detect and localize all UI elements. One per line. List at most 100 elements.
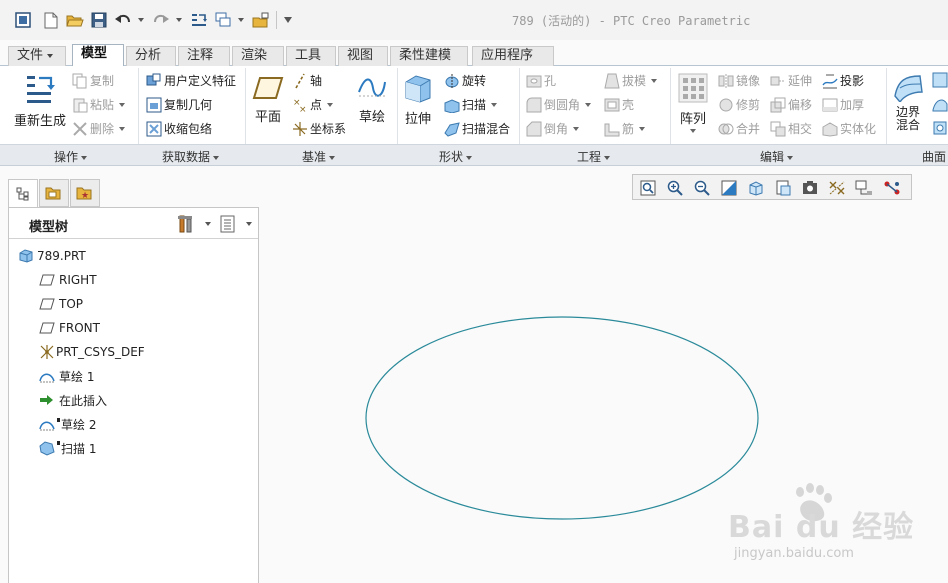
axis-button[interactable]: 轴	[292, 72, 322, 89]
svg-text:★: ★	[81, 191, 89, 201]
extend-icon	[770, 76, 785, 85]
chevron-down-icon	[651, 78, 658, 83]
undo-icon[interactable]	[114, 11, 132, 29]
tab-flexible-modeling[interactable]: 柔性建模	[390, 46, 468, 66]
annotation-display-icon[interactable]	[881, 177, 903, 199]
freestyle-button[interactable]	[932, 120, 948, 136]
merge-button[interactable]: 合并	[718, 120, 760, 137]
regenerate-button[interactable]: 重新生成	[12, 72, 68, 129]
tree-item-front[interactable]: FRONT	[39, 318, 100, 338]
intersect-button[interactable]: 相交	[770, 120, 812, 137]
refit-icon[interactable]	[637, 177, 659, 199]
windows-dropdown-icon[interactable]	[238, 18, 244, 22]
sweep-button[interactable]: 扫描	[444, 96, 498, 113]
user-defined-feature-button[interactable]: 用户定义特征	[146, 72, 236, 89]
tree-item-csys[interactable]: PRT_CSYS_DEF	[39, 342, 145, 362]
sketch-curve-ellipse[interactable]	[365, 316, 759, 520]
tab-applications[interactable]: 应用程序	[472, 46, 554, 66]
saved-orientations-icon[interactable]	[772, 177, 794, 199]
sketch-button[interactable]: 草绘	[354, 74, 390, 125]
offset-button[interactable]: 偏移	[770, 96, 812, 113]
group-engineering[interactable]: 工程	[577, 148, 611, 165]
tab-view[interactable]: 视图	[338, 46, 388, 66]
settings-icon[interactable]	[177, 214, 197, 237]
shrinkwrap-button[interactable]: 收缩包络	[146, 120, 212, 137]
toolbar-separator	[276, 11, 277, 29]
save-icon[interactable]	[90, 11, 108, 29]
windows-icon[interactable]	[214, 11, 232, 29]
point-button[interactable]: × × 点	[292, 96, 334, 113]
zoom-in-icon[interactable]	[664, 177, 686, 199]
copy-button[interactable]: 复制	[72, 72, 114, 89]
view-manager-icon[interactable]	[799, 177, 821, 199]
tree-item-right[interactable]: RIGHT	[39, 270, 97, 290]
delete-button[interactable]: 删除	[72, 120, 126, 137]
show-dropdown-icon[interactable]	[246, 222, 252, 226]
tab-analysis[interactable]: 分析	[126, 46, 176, 66]
group-operations[interactable]: 操作	[54, 148, 88, 165]
tree-item-sweep-1[interactable]: 扫描 1	[39, 438, 96, 458]
shell-button[interactable]: 壳	[604, 96, 634, 113]
display-style-icon[interactable]	[745, 177, 767, 199]
thicken-button[interactable]: 加厚	[822, 96, 864, 113]
project-button[interactable]: 投影	[822, 72, 864, 89]
open-icon[interactable]	[66, 11, 84, 29]
customize-icon[interactable]	[284, 17, 292, 23]
model-tree-header: 模型树	[9, 208, 258, 239]
datum-display-icon[interactable]	[826, 177, 848, 199]
tab-model-tree[interactable]	[8, 179, 38, 208]
group-surfaces[interactable]: 曲面	[922, 148, 946, 165]
undo-dropdown-icon[interactable]	[138, 18, 144, 22]
plane-button[interactable]: 平面	[250, 74, 286, 125]
thicken-icon	[822, 98, 838, 111]
tab-folder-browser[interactable]	[39, 179, 69, 207]
tree-item-sketch-1[interactable]: 草绘 1	[39, 366, 94, 386]
show-icon[interactable]	[219, 214, 237, 237]
extrude-button[interactable]: 拉伸	[400, 72, 436, 127]
coordinate-system-button[interactable]: 坐标系	[292, 120, 346, 137]
round-button[interactable]: 倒圆角	[526, 96, 592, 113]
tree-item-part[interactable]: 789.PRT	[19, 246, 86, 266]
zoom-out-icon[interactable]	[691, 177, 713, 199]
chamfer-button[interactable]: 倒角	[526, 120, 580, 137]
pattern-button[interactable]: 阵列	[674, 72, 712, 133]
tab-file[interactable]: 文件	[8, 46, 66, 66]
tab-favorites[interactable]: ★	[70, 179, 100, 207]
copy-geometry-button[interactable]: 复制几何	[146, 96, 212, 113]
style-button[interactable]	[932, 96, 948, 112]
tree-item-top[interactable]: TOP	[39, 294, 83, 314]
redo-dropdown-icon[interactable]	[176, 18, 182, 22]
tab-annotate[interactable]: 注释	[178, 46, 230, 66]
draft-button[interactable]: 拔模	[604, 72, 658, 89]
tree-item-insert-here[interactable]: 在此插入	[39, 390, 107, 410]
hole-button[interactable]: 孔	[526, 72, 556, 89]
new-icon[interactable]	[42, 11, 60, 29]
fill-button[interactable]	[932, 72, 948, 88]
mirror-button[interactable]: 镜像	[718, 72, 760, 89]
group-shapes[interactable]: 形状	[439, 148, 473, 165]
repaint-icon[interactable]	[718, 177, 740, 199]
trim-button[interactable]: 修剪	[718, 96, 760, 113]
group-editing[interactable]: 编辑	[760, 148, 794, 165]
tab-render[interactable]: 渲染	[232, 46, 284, 66]
close-window-icon[interactable]	[252, 11, 270, 29]
paste-button[interactable]: 粘贴	[72, 96, 126, 113]
solidify-button[interactable]: 实体化	[822, 120, 876, 137]
app-menu-icon[interactable]	[14, 11, 32, 29]
spin-center-icon[interactable]	[853, 177, 875, 199]
tab-model[interactable]: 模型	[72, 44, 124, 67]
group-get-data[interactable]: 获取数据	[162, 148, 220, 165]
redo-icon[interactable]	[152, 11, 170, 29]
settings-dropdown-icon[interactable]	[205, 222, 211, 226]
revolve-button[interactable]: 旋转	[444, 72, 486, 89]
regenerate-icon[interactable]	[190, 11, 208, 29]
tree-item-sketch-2[interactable]: 草绘 2	[39, 414, 96, 434]
rib-button[interactable]: 筋	[604, 120, 646, 137]
extend-button[interactable]: 延伸	[770, 72, 812, 89]
datum-plane-icon	[39, 322, 55, 334]
hole-icon	[526, 75, 542, 87]
tab-tools[interactable]: 工具	[286, 46, 336, 66]
boundary-blend-button[interactable]: 边界 混合	[889, 72, 927, 132]
group-datum[interactable]: 基准	[302, 148, 336, 165]
swept-blend-button[interactable]: 扫描混合	[444, 120, 510, 137]
